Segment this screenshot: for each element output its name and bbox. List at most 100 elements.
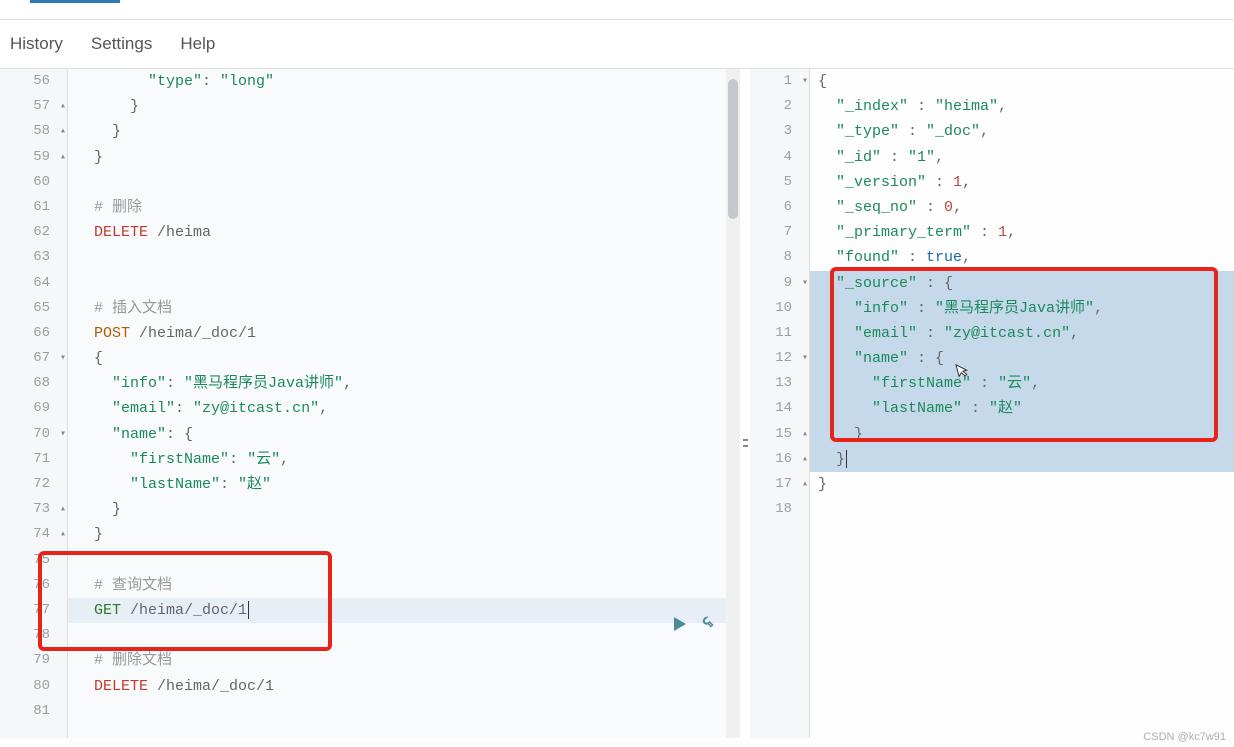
code-content[interactable]: "_seq_no" : 0, [810,195,1234,220]
code-content[interactable]: DELETE /heima [68,220,740,245]
code-line[interactable]: 60 [0,170,740,195]
menu-help[interactable]: Help [180,34,215,54]
code-content[interactable]: "_type" : "_doc", [810,119,1234,144]
code-line[interactable]: 16▴ } [750,447,1234,472]
code-content[interactable]: "info" : "黑马程序员Java讲师", [810,296,1234,321]
code-line[interactable]: 66 POST /heima/_doc/1 [0,321,740,346]
code-line[interactable]: 73▴ } [0,497,740,522]
code-content[interactable]: # 删除文档 [68,648,740,673]
code-line[interactable]: 69 "email": "zy@itcast.cn", [0,396,740,421]
code-line[interactable]: 74▴ } [0,522,740,547]
code-line[interactable]: 12▾ "name" : { [750,346,1234,371]
code-line[interactable]: 80 DELETE /heima/_doc/1 [0,674,740,699]
code-line[interactable]: 79 # 删除文档 [0,648,740,673]
fold-toggle-icon[interactable]: ▴ [60,145,66,170]
code-line[interactable]: 9▾ "_source" : { [750,271,1234,296]
code-content[interactable]: "_index" : "heima", [810,94,1234,119]
code-line[interactable]: 11 "email" : "zy@itcast.cn", [750,321,1234,346]
code-content[interactable]: "_source" : { [810,271,1234,296]
code-content[interactable]: "type": "long" [68,69,740,94]
code-line[interactable]: 77 GET /heima/_doc/1 [0,598,740,623]
code-line[interactable]: 4 "_id" : "1", [750,145,1234,170]
code-line[interactable]: 68 "info": "黑马程序员Java讲师", [0,371,740,396]
fold-toggle-icon[interactable]: ▾ [802,69,808,94]
code-content[interactable] [68,245,740,270]
code-content[interactable]: } [68,522,740,547]
code-content[interactable] [68,271,740,296]
code-line[interactable]: 81 [0,699,740,724]
response-viewer[interactable]: 1▾{2 "_index" : "heima",3 "_type" : "_do… [750,69,1234,738]
code-line[interactable]: 71 "firstName": "云", [0,447,740,472]
fold-toggle-icon[interactable]: ▴ [802,472,808,497]
fold-toggle-icon[interactable]: ▴ [60,522,66,547]
code-content[interactable]: "email": "zy@itcast.cn", [68,396,740,421]
code-content[interactable]: } [68,119,740,144]
code-line[interactable]: 18 [750,497,1234,522]
code-line[interactable]: 3 "_type" : "_doc", [750,119,1234,144]
code-line[interactable]: 76 # 查询文档 [0,573,740,598]
code-content[interactable] [68,699,740,724]
code-content[interactable] [68,623,740,648]
code-content[interactable]: "found" : true, [810,245,1234,270]
code-line[interactable]: 17▴} [750,472,1234,497]
fold-toggle-icon[interactable]: ▴ [802,422,808,447]
fold-toggle-icon[interactable]: ▴ [60,497,66,522]
code-content[interactable]: "lastName" : "赵" [810,396,1234,421]
fold-toggle-icon[interactable]: ▾ [802,271,808,296]
fold-toggle-icon[interactable]: ▴ [60,119,66,144]
wrench-icon[interactable] [696,613,714,636]
fold-toggle-icon[interactable]: ▴ [802,447,808,472]
code-content[interactable]: } [68,145,740,170]
code-content[interactable] [810,497,1234,522]
code-content[interactable]: "firstName" : "云", [810,371,1234,396]
code-line[interactable]: 15▴ } [750,422,1234,447]
code-content[interactable]: "lastName": "赵" [68,472,740,497]
code-content[interactable]: # 插入文档 [68,296,740,321]
code-content[interactable]: "name" : { [810,346,1234,371]
run-request-icon[interactable] [674,613,686,636]
code-line[interactable]: 65 # 插入文档 [0,296,740,321]
code-content[interactable] [68,548,740,573]
code-line[interactable]: 56 "type": "long" [0,69,740,94]
code-content[interactable]: "email" : "zy@itcast.cn", [810,321,1234,346]
code-line[interactable]: 14 "lastName" : "赵" [750,396,1234,421]
request-editor[interactable]: 56 "type": "long"57▴ }58▴ }59▴ }6061 # 删… [0,69,740,738]
code-content[interactable]: # 查询文档 [68,573,740,598]
code-content[interactable]: { [68,346,740,371]
code-content[interactable]: { [810,69,1234,94]
code-content[interactable]: } [810,447,1234,472]
code-content[interactable]: DELETE /heima/_doc/1 [68,674,740,699]
code-line[interactable]: 78 [0,623,740,648]
fold-toggle-icon[interactable]: ▴ [60,94,66,119]
code-line[interactable]: 67▾ { [0,346,740,371]
code-content[interactable]: "info": "黑马程序员Java讲师", [68,371,740,396]
code-content[interactable]: } [810,422,1234,447]
code-line[interactable]: 72 "lastName": "赵" [0,472,740,497]
left-scrollbar[interactable] [726,69,740,738]
code-line[interactable]: 2 "_index" : "heima", [750,94,1234,119]
fold-toggle-icon[interactable]: ▾ [802,346,808,371]
code-line[interactable]: 64 [0,271,740,296]
menu-settings[interactable]: Settings [91,34,152,54]
code-line[interactable]: 7 "_primary_term" : 1, [750,220,1234,245]
code-content[interactable]: # 删除 [68,195,740,220]
code-content[interactable] [68,170,740,195]
code-content[interactable]: POST /heima/_doc/1 [68,321,740,346]
code-content[interactable]: } [68,497,740,522]
code-content[interactable]: "firstName": "云", [68,447,740,472]
code-content[interactable]: "name": { [68,422,740,447]
code-content[interactable]: "_id" : "1", [810,145,1234,170]
code-line[interactable]: 10 "info" : "黑马程序员Java讲师", [750,296,1234,321]
menu-history[interactable]: History [10,34,63,54]
code-content[interactable]: "_primary_term" : 1, [810,220,1234,245]
code-content[interactable]: GET /heima/_doc/1 [68,598,740,623]
code-line[interactable]: 70▾ "name": { [0,422,740,447]
code-line[interactable]: 62 DELETE /heima [0,220,740,245]
code-line[interactable]: 1▾{ [750,69,1234,94]
code-line[interactable]: 59▴ } [0,145,740,170]
code-content[interactable]: "_version" : 1, [810,170,1234,195]
code-content[interactable]: } [810,472,1234,497]
fold-toggle-icon[interactable]: ▾ [60,422,66,447]
code-line[interactable]: 57▴ } [0,94,740,119]
left-scrollbar-thumb[interactable] [728,79,738,219]
